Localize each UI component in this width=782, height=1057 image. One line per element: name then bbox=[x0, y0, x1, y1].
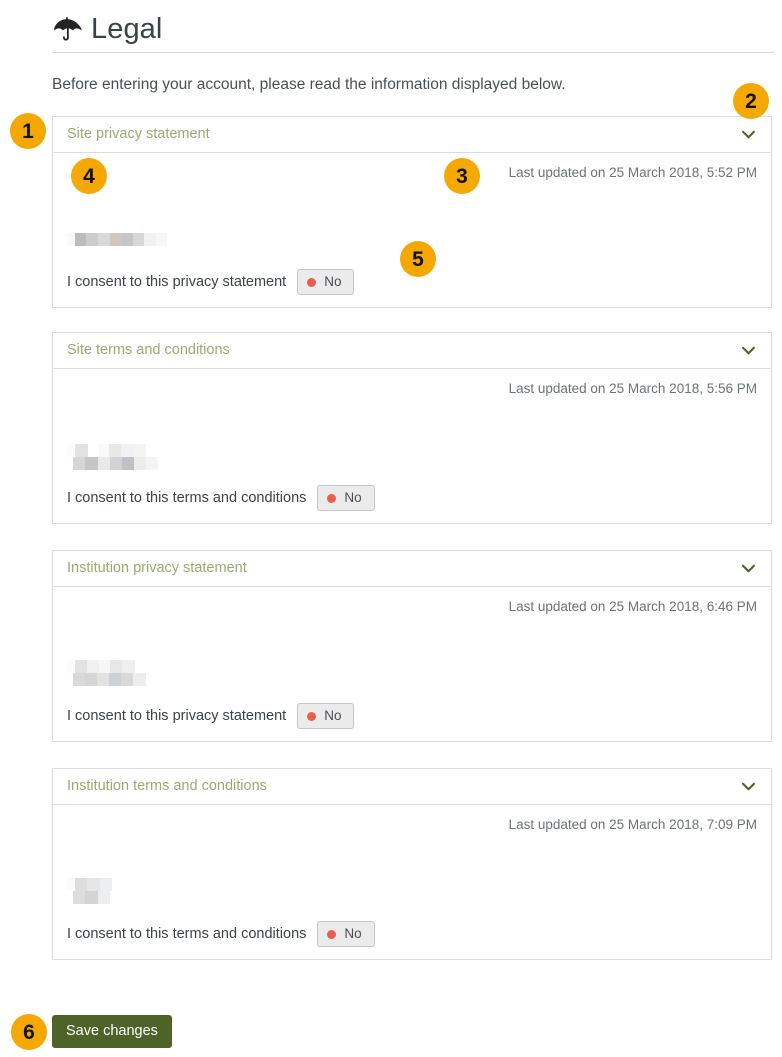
callout-badge-6: 6 bbox=[11, 1014, 47, 1050]
consent-toggle-value: No bbox=[344, 926, 362, 942]
umbrella-icon bbox=[54, 17, 82, 41]
panel-title: Institution terms and conditions bbox=[67, 778, 267, 795]
status-dot-icon bbox=[307, 277, 317, 287]
chevron-down-icon[interactable] bbox=[741, 563, 756, 574]
redacted-statement-content bbox=[67, 444, 158, 470]
consent-row: I consent to this privacy statement No bbox=[67, 703, 355, 729]
legal-consent-page: Legal Before entering your account, plea… bbox=[0, 0, 782, 1057]
callout-badge-5: 5 bbox=[400, 241, 436, 277]
panel-body: Last updated on 25 March 2018, 7:09 PM I… bbox=[52, 805, 772, 960]
panel-header-site-terms-and-conditions[interactable]: Site terms and conditions bbox=[52, 332, 772, 369]
last-updated-text: Last updated on 25 March 2018, 6:46 PM bbox=[508, 599, 757, 614]
last-updated-text: Last updated on 25 March 2018, 5:52 PM bbox=[508, 165, 757, 180]
consent-label: I consent to this privacy statement bbox=[67, 707, 287, 724]
redacted-statement-content bbox=[67, 878, 112, 904]
panel-body: Last updated on 25 March 2018, 6:46 PM I… bbox=[52, 587, 772, 742]
panel-body: Last updated on 25 March 2018, 5:52 PM I… bbox=[52, 153, 772, 308]
consent-label: I consent to this terms and conditions bbox=[67, 489, 307, 506]
consent-row: I consent to this privacy statement No bbox=[67, 269, 355, 295]
chevron-down-icon[interactable] bbox=[741, 345, 756, 356]
last-updated-text: Last updated on 25 March 2018, 7:09 PM bbox=[508, 817, 757, 832]
callout-badge-4: 4 bbox=[71, 158, 107, 194]
consent-toggle-value: No bbox=[324, 274, 342, 290]
redacted-statement-content bbox=[67, 233, 167, 246]
callout-badge-3: 3 bbox=[444, 158, 480, 194]
consent-toggle-value: No bbox=[344, 490, 362, 506]
consent-label: I consent to this privacy statement bbox=[67, 273, 287, 290]
chevron-down-icon[interactable] bbox=[741, 129, 756, 140]
panel-title: Site privacy statement bbox=[67, 126, 210, 143]
consent-toggle-button[interactable]: No bbox=[317, 485, 375, 511]
consent-toggle-button[interactable]: No bbox=[297, 269, 355, 295]
consent-toggle-button[interactable]: No bbox=[297, 703, 355, 729]
save-changes-button[interactable]: Save changes bbox=[52, 1015, 172, 1048]
consent-row: I consent to this terms and conditions N… bbox=[67, 485, 375, 511]
redacted-statement-content bbox=[67, 660, 146, 686]
page-title: Legal bbox=[91, 12, 163, 45]
consent-toggle-value: No bbox=[324, 708, 342, 724]
panel-header-institution-terms-and-conditions[interactable]: Institution terms and conditions bbox=[52, 768, 772, 805]
status-dot-icon bbox=[307, 711, 317, 721]
consent-label: I consent to this terms and conditions bbox=[67, 925, 307, 942]
panel-institution-privacy-statement: Institution privacy statement Last updat… bbox=[52, 550, 772, 742]
header-divider bbox=[52, 52, 774, 53]
consent-toggle-button[interactable]: No bbox=[317, 921, 375, 947]
last-updated-text: Last updated on 25 March 2018, 5:56 PM bbox=[508, 381, 757, 396]
consent-row: I consent to this terms and conditions N… bbox=[67, 921, 375, 947]
callout-badge-2: 2 bbox=[733, 83, 769, 119]
chevron-down-icon[interactable] bbox=[741, 781, 756, 792]
panel-body: Last updated on 25 March 2018, 5:56 PM I… bbox=[52, 369, 772, 524]
panel-site-terms-and-conditions: Site terms and conditions Last updated o… bbox=[52, 332, 772, 524]
panel-title: Institution privacy statement bbox=[67, 560, 247, 577]
panel-header-institution-privacy-statement[interactable]: Institution privacy statement bbox=[52, 550, 772, 587]
status-dot-icon bbox=[327, 929, 337, 939]
panel-title: Site terms and conditions bbox=[67, 342, 230, 359]
page-header: Legal bbox=[52, 5, 774, 53]
panel-site-privacy-statement: Site privacy statement Last updated on 2… bbox=[52, 116, 772, 308]
callout-badge-1: 1 bbox=[10, 113, 46, 149]
panel-header-site-privacy-statement[interactable]: Site privacy statement bbox=[52, 116, 772, 153]
panel-institution-terms-and-conditions: Institution terms and conditions Last up… bbox=[52, 768, 772, 960]
intro-text: Before entering your account, please rea… bbox=[52, 76, 566, 93]
status-dot-icon bbox=[327, 493, 337, 503]
